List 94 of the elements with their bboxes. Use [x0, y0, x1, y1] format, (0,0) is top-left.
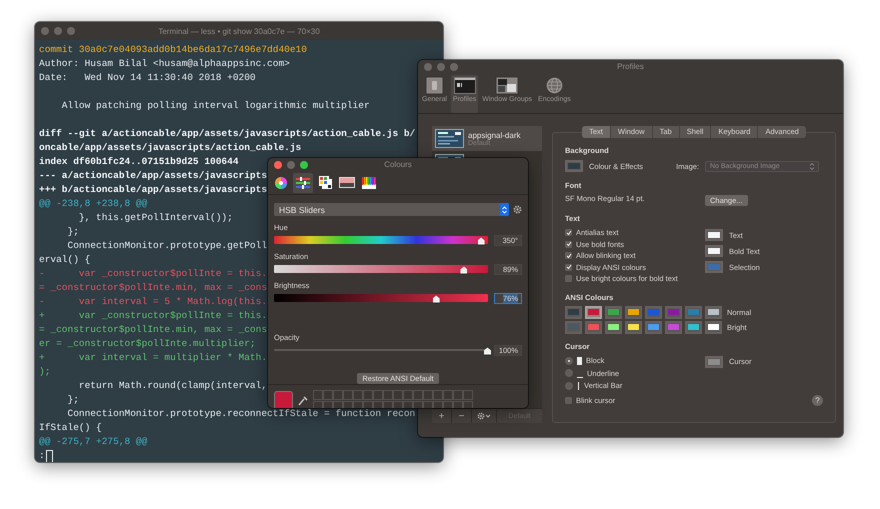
colour-swatch[interactable] — [705, 229, 723, 241]
terminal-line: Allow patching polling interval logarithmic multiplier — [60, 99, 370, 113]
profile-thumbnail — [435, 129, 464, 148]
radio-button[interactable] — [565, 382, 573, 390]
checkbox[interactable] — [565, 275, 572, 282]
current-colour-swatch[interactable] — [274, 390, 293, 408]
colour-swatch[interactable] — [645, 306, 662, 318]
terminal-line: commit 30a0c7e04093add0b14be6da17c7496e7dd40e10 — [39, 43, 307, 57]
terminal-line: + var _constructor$pollInte = this. — [39, 309, 268, 323]
gear-icon — [477, 412, 491, 420]
help-button[interactable]: ? — [812, 394, 823, 406]
terminal-icon — [454, 77, 476, 94]
terminal-line: - var interval = 5 * Math.log(this. — [39, 295, 268, 309]
radio-button[interactable] — [565, 369, 573, 378]
terminal-line: er = _constructor$pollInte.multiplier; — [39, 337, 256, 351]
colour-swatch[interactable] — [565, 306, 582, 318]
slider-track[interactable] — [274, 265, 488, 273]
image-icon — [339, 177, 355, 188]
window-title: Profiles — [617, 62, 644, 71]
colour-swatch[interactable] — [705, 306, 722, 318]
slider-thumb[interactable] — [432, 296, 440, 303]
terminal-line: Date: Wed Nov 14 11:30:40 2018 +0200 — [39, 71, 256, 85]
terminal-line: --- a/actioncable/app/assets/javascripts — [39, 169, 268, 183]
colour-swatch[interactable] — [705, 245, 723, 257]
terminal-line: diff --git a/actioncable/app/assets/javascripts/action_cable.js b/ — [39, 127, 416, 141]
terminal-line: return Math.round(clamp(interval, — [78, 379, 268, 393]
colour-swatch[interactable] — [585, 320, 602, 334]
terminal-line: ConnectionMonitor.prototype.getPoll — [66, 239, 268, 253]
globe-icon — [546, 77, 563, 94]
terminal-line: erval() { — [39, 253, 90, 267]
eyedropper-icon[interactable] — [298, 394, 308, 406]
stepper-icon[interactable] — [500, 203, 509, 216]
colour-swatch[interactable] — [685, 306, 702, 318]
terminal-line: - var _constructor$pollInte = this. — [39, 267, 268, 281]
colour-swatch[interactable] — [565, 320, 582, 334]
terminal-line: +++ b/actioncable/app/assets/javascripts — [39, 183, 268, 197]
colour-swatch[interactable] — [685, 320, 702, 334]
terminal-line: IfStale() { — [39, 421, 102, 435]
colour-swatch[interactable] — [665, 306, 682, 318]
terminal-line: Author: Husam Bilal <husam@alphaappsinc.com> — [39, 57, 290, 71]
gear-icon[interactable] — [513, 205, 522, 214]
underline-cursor-icon — [577, 376, 583, 378]
window-title: Colours — [384, 160, 412, 169]
colour-swatch[interactable] — [605, 306, 622, 318]
mode-button[interactable] — [293, 172, 313, 192]
checkbox[interactable] — [565, 264, 572, 271]
slider-track[interactable] — [274, 294, 488, 302]
block-cursor-icon — [577, 356, 582, 365]
sliders-icon — [296, 176, 310, 188]
terminal-line: = _constructor$pollInte.min, max = _cons — [39, 281, 268, 295]
stepper-icon — [810, 162, 814, 170]
colour-swatch[interactable] — [565, 160, 583, 172]
colour-swatch[interactable] — [645, 320, 662, 334]
radio-button[interactable] — [565, 356, 573, 365]
pencils-icon — [362, 176, 376, 189]
colour-swatch[interactable] — [665, 320, 682, 334]
terminal-line: @@ -275,7 +275,8 @@ — [39, 435, 148, 449]
colour-swatch[interactable] — [705, 356, 723, 368]
terminal-line: oncable/app/assets/javascripts/action_cable.js — [39, 141, 302, 155]
terminal-line: }; — [66, 225, 79, 239]
window-title: Terminal — less • git show 30a0c7e — 70×30 — [158, 26, 320, 36]
add-button[interactable]: + — [432, 409, 452, 423]
colour-swatch[interactable] — [625, 320, 642, 334]
bar-cursor-icon — [577, 382, 580, 390]
palette-grid-icon — [318, 176, 332, 189]
terminal-line: }, this.getPollInterval()); — [78, 211, 233, 225]
windows-icon — [496, 77, 518, 94]
checkbox[interactable] — [565, 396, 572, 404]
checkbox[interactable] — [565, 252, 572, 260]
remove-button[interactable]: − — [452, 409, 472, 423]
terminal-line: ); — [39, 365, 50, 379]
terminal-line: @@ -238,8 +238,8 @@ — [39, 197, 148, 211]
terminal-line: ConnectionMonitor.prototype.reconnectIfStale = function recon — [66, 407, 416, 421]
terminal-line: + var interval = multiplier * Math. — [39, 351, 268, 365]
colour-swatch[interactable] — [585, 306, 602, 318]
terminal-line: : — [39, 449, 45, 462]
slider-track[interactable] — [274, 236, 488, 244]
checkbox[interactable] — [565, 240, 572, 248]
colour-swatch[interactable] — [705, 261, 723, 273]
terminal-line: index df60b1fc24..07151b9d25 100644 — [39, 155, 239, 169]
slider-thumb[interactable] — [484, 348, 491, 355]
switch-icon — [426, 77, 443, 94]
picker-dropdown[interactable]: HSB Sliders — [274, 203, 509, 216]
checkbox[interactable] — [565, 229, 572, 236]
terminal-line: = _constructor$pollInte.min, max = _cons — [39, 323, 268, 337]
terminal-line: }; — [66, 393, 79, 407]
colour-swatch[interactable] — [705, 320, 722, 334]
colour-wheel-icon — [275, 176, 287, 188]
zoom-button[interactable] — [300, 160, 308, 168]
colour-swatch[interactable] — [625, 306, 642, 318]
slider-thumb[interactable] — [478, 238, 485, 245]
close-button[interactable] — [274, 160, 282, 168]
slider-thumb[interactable] — [460, 266, 468, 274]
colour-swatch[interactable] — [605, 320, 622, 334]
